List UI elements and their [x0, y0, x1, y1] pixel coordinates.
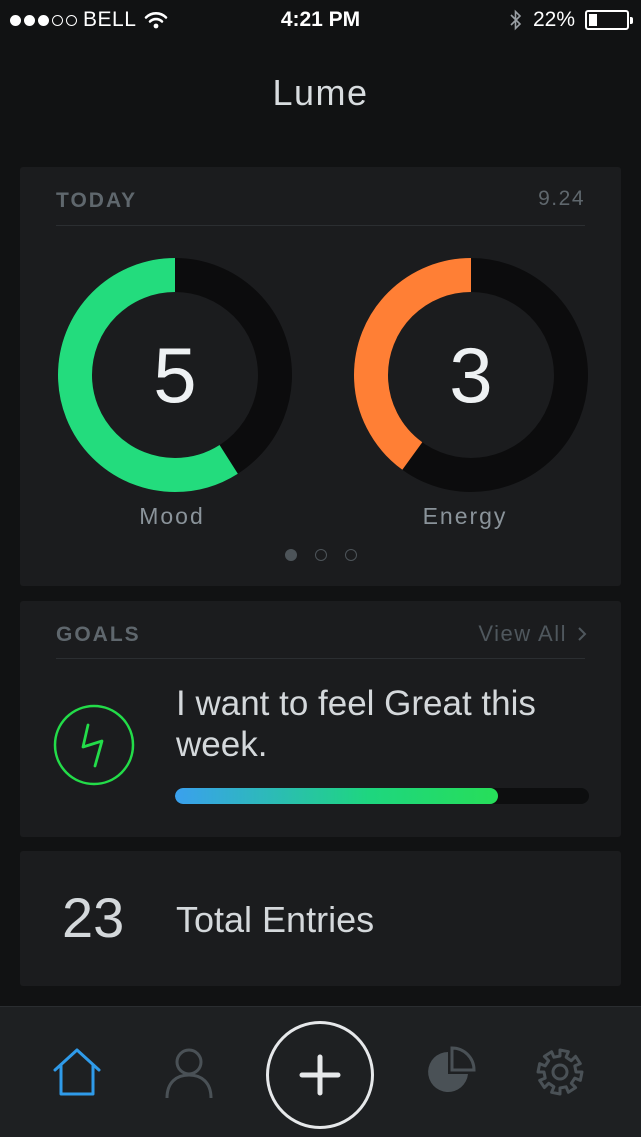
goal-progress-bar	[175, 788, 589, 804]
page-dot[interactable]	[314, 549, 327, 561]
page-indicator[interactable]	[20, 549, 621, 561]
add-entry-button[interactable]	[266, 1021, 374, 1129]
battery-icon	[585, 10, 633, 30]
tab-home[interactable]	[42, 1037, 112, 1107]
chevron-right-icon	[578, 627, 587, 641]
profile-icon	[165, 1048, 213, 1099]
goals-card: GOALS View All I want to feel Great this…	[20, 601, 621, 837]
today-date: 9.24	[538, 187, 585, 210]
app-title: Lume	[272, 72, 369, 113]
mood-caption: Mood	[139, 503, 205, 529]
status-bar: BELL 4:21 PM 22%	[0, 0, 641, 44]
goal-text[interactable]: I want to feel Great this week.	[176, 683, 596, 765]
energy-ring[interactable]: 3	[351, 255, 591, 495]
tab-settings[interactable]	[525, 1037, 595, 1107]
add-icon	[299, 1054, 341, 1096]
goal-progress-fill	[175, 788, 498, 804]
view-all-link[interactable]: View All	[478, 621, 587, 647]
home-icon	[53, 1048, 101, 1096]
bluetooth-icon	[510, 9, 522, 31]
goals-label: GOALS	[56, 623, 141, 646]
entries-card[interactable]: 23 Total Entries	[20, 851, 621, 986]
today-card: TODAY 9.24 5 Mood 3 Energy	[20, 167, 621, 586]
tab-profile[interactable]	[154, 1037, 224, 1107]
divider	[56, 658, 585, 659]
energy-value: 3	[449, 331, 493, 419]
divider	[56, 225, 585, 226]
entries-count: 23	[62, 886, 125, 949]
mood-value: 5	[153, 331, 197, 419]
today-label: TODAY	[56, 189, 138, 212]
view-all-label: View All	[478, 621, 567, 646]
page-dot[interactable]	[344, 549, 357, 561]
energy-caption: Energy	[422, 503, 508, 529]
mood-ring[interactable]: 5	[55, 255, 295, 495]
gear-icon	[536, 1048, 584, 1096]
battery-percent: 22%	[532, 8, 575, 31]
tab-stats[interactable]	[415, 1037, 485, 1107]
tab-bar	[0, 1006, 641, 1137]
lightning-icon	[53, 704, 135, 786]
entries-label: Total Entries	[176, 899, 375, 940]
page-dot[interactable]	[284, 549, 297, 561]
pie-chart-icon	[428, 1046, 476, 1092]
